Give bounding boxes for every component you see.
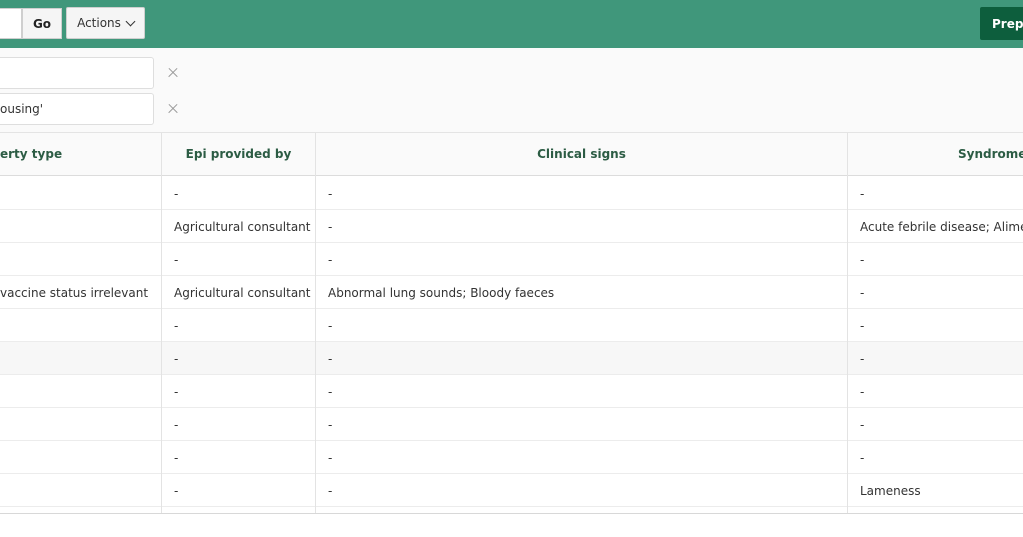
table-cell: - — [328, 351, 333, 366]
column-header-property-type[interactable]: erty type — [0, 133, 161, 176]
actions-menu-button[interactable]: Actions — [66, 7, 145, 39]
table-cell — [0, 375, 161, 408]
table-cell: Agricultural consultant — [174, 219, 311, 234]
table-row[interactable]: --- — [0, 342, 1023, 375]
filter-chip[interactable]: ousing' — [0, 93, 154, 125]
column-divider — [315, 133, 316, 513]
table-row[interactable]: --- — [0, 441, 1023, 474]
table-cell: Abnormal lung sounds; Bloody faeces — [328, 285, 555, 300]
chevron-down-icon — [125, 16, 136, 26]
table-cell: - — [328, 219, 333, 234]
table-cell: - — [328, 318, 333, 333]
table-cell: - — [328, 417, 333, 432]
table-cell: Agricultural consultant — [174, 285, 311, 300]
table-cell: - — [174, 384, 179, 399]
table-cell: - — [328, 384, 333, 399]
table-cell — [0, 309, 161, 342]
filter-panel: ousing' — [0, 48, 1023, 133]
table-row[interactable]: vaccine status irrelevant Agricultural co… — [0, 276, 1023, 309]
close-icon[interactable] — [166, 102, 180, 116]
search-input[interactable] — [0, 8, 22, 39]
column-header-epi-provided-by[interactable]: Epi provided by — [162, 133, 315, 176]
table-cell: - — [174, 318, 179, 333]
table-cell: - — [860, 384, 865, 399]
table-row[interactable]: --- — [0, 408, 1023, 441]
table-cell: Lameness — [860, 483, 921, 498]
column-divider — [161, 133, 162, 513]
table-cell: - — [860, 450, 865, 465]
close-icon[interactable] — [166, 66, 180, 80]
go-button[interactable]: Go — [22, 8, 62, 39]
table-row[interactable]: - - Lameness — [0, 474, 1023, 507]
table-cell: - — [328, 252, 333, 267]
report-grid: erty type Epi provided by Clinical signs… — [0, 133, 1023, 514]
filter-chip[interactable] — [0, 57, 154, 89]
prepare-button[interactable]: Prepa — [980, 7, 1023, 40]
table-cell — [0, 441, 161, 474]
table-cell: - — [328, 186, 333, 201]
table-cell: Acute febrile disease; Alimenta — [860, 219, 1023, 234]
table-cell: - — [860, 417, 865, 432]
table-cell — [0, 474, 161, 507]
table-cell — [0, 342, 161, 375]
table-cell: - — [860, 285, 865, 300]
actions-label: Actions — [77, 16, 121, 30]
table-cell: - — [860, 351, 865, 366]
table-cell — [0, 243, 161, 276]
column-header-clinical-signs[interactable]: Clinical signs — [316, 133, 847, 176]
table-cell: - — [860, 252, 865, 267]
table-cell: vaccine status irrelevant — [0, 285, 149, 300]
table-cell: - — [860, 318, 865, 333]
column-header-syndromes[interactable]: Syndromes — [848, 133, 1023, 176]
report-toolbar: Go Actions Prepa — [0, 0, 1023, 48]
table-cell: - — [328, 483, 333, 498]
table-cell: - — [174, 351, 179, 366]
table-cell: - — [174, 417, 179, 432]
table-cell: - — [174, 483, 179, 498]
table-cell: - — [860, 186, 865, 201]
table-cell — [0, 210, 161, 243]
table-row[interactable]: --- — [0, 243, 1023, 276]
table-cell — [0, 177, 161, 210]
table-cell: - — [174, 186, 179, 201]
table-row[interactable]: --- — [0, 375, 1023, 408]
table-cell: - — [174, 450, 179, 465]
column-divider — [847, 133, 848, 513]
table-cell: - — [174, 252, 179, 267]
table-cell — [0, 408, 161, 441]
table-cell: - — [328, 450, 333, 465]
table-row[interactable]: Agricultural consultant - Acute febrile di… — [0, 210, 1023, 243]
table-row[interactable]: --- — [0, 177, 1023, 210]
table-row[interactable]: --- — [0, 309, 1023, 342]
